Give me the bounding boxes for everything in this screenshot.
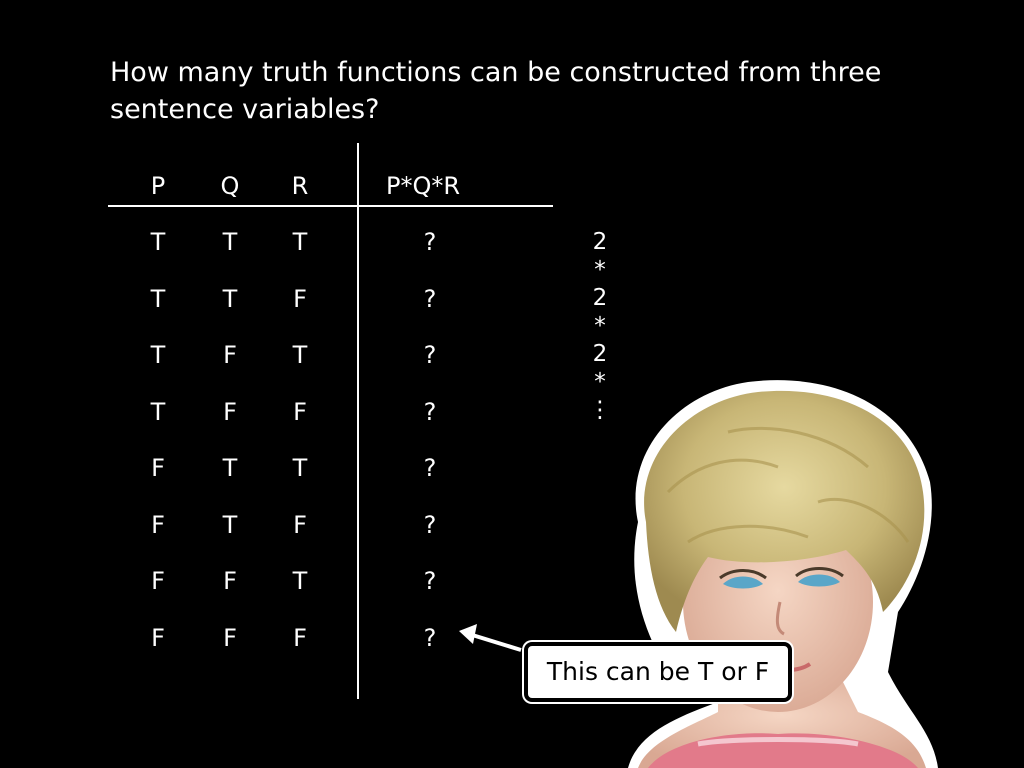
cell-p: T bbox=[150, 228, 166, 256]
cell-r: T bbox=[292, 454, 308, 482]
cell-q: F bbox=[223, 398, 237, 426]
cell-r: T bbox=[292, 567, 308, 595]
table-column-divider bbox=[357, 143, 359, 699]
mult-token: * bbox=[594, 257, 606, 283]
cell-p: T bbox=[150, 285, 166, 313]
cell-q: T bbox=[222, 285, 238, 313]
mult-token: * bbox=[594, 313, 606, 339]
cell-output: ? bbox=[423, 285, 437, 313]
cell-p: F bbox=[151, 567, 165, 595]
cell-output: ? bbox=[423, 567, 437, 595]
doll-photo bbox=[628, 380, 938, 768]
cell-output: ? bbox=[423, 454, 437, 482]
cell-r: T bbox=[292, 341, 308, 369]
cell-p: F bbox=[151, 454, 165, 482]
cell-p: F bbox=[151, 511, 165, 539]
cell-q: T bbox=[222, 511, 238, 539]
cell-p: F bbox=[151, 624, 165, 652]
cell-q: T bbox=[222, 228, 238, 256]
cell-output: ? bbox=[423, 341, 437, 369]
callout-box: This can be T or F bbox=[524, 642, 792, 702]
callout-text: This can be T or F bbox=[546, 657, 770, 686]
cell-p: T bbox=[150, 341, 166, 369]
header-q: Q bbox=[220, 172, 240, 200]
cell-q: F bbox=[223, 341, 237, 369]
mult-token: 2 bbox=[592, 229, 608, 255]
cell-r: F bbox=[293, 398, 307, 426]
cell-p: T bbox=[150, 398, 166, 426]
cell-r: T bbox=[292, 228, 308, 256]
header-p: P bbox=[150, 172, 166, 200]
cell-q: T bbox=[222, 454, 238, 482]
cell-output: ? bbox=[423, 398, 437, 426]
cell-r: F bbox=[293, 511, 307, 539]
mult-token: 2 bbox=[592, 341, 608, 367]
table-header-divider bbox=[108, 205, 553, 207]
cell-output: ? bbox=[423, 511, 437, 539]
header-output: P*Q*R bbox=[385, 172, 461, 200]
question-text: How many truth functions can be construc… bbox=[110, 57, 882, 125]
header-r: R bbox=[291, 172, 309, 200]
cell-q: F bbox=[223, 567, 237, 595]
cell-r: F bbox=[293, 624, 307, 652]
cell-output: ? bbox=[423, 228, 437, 256]
cell-r: F bbox=[293, 285, 307, 313]
mult-token: 2 bbox=[592, 285, 608, 311]
cell-q: F bbox=[223, 624, 237, 652]
arrow-left-icon bbox=[459, 624, 522, 652]
